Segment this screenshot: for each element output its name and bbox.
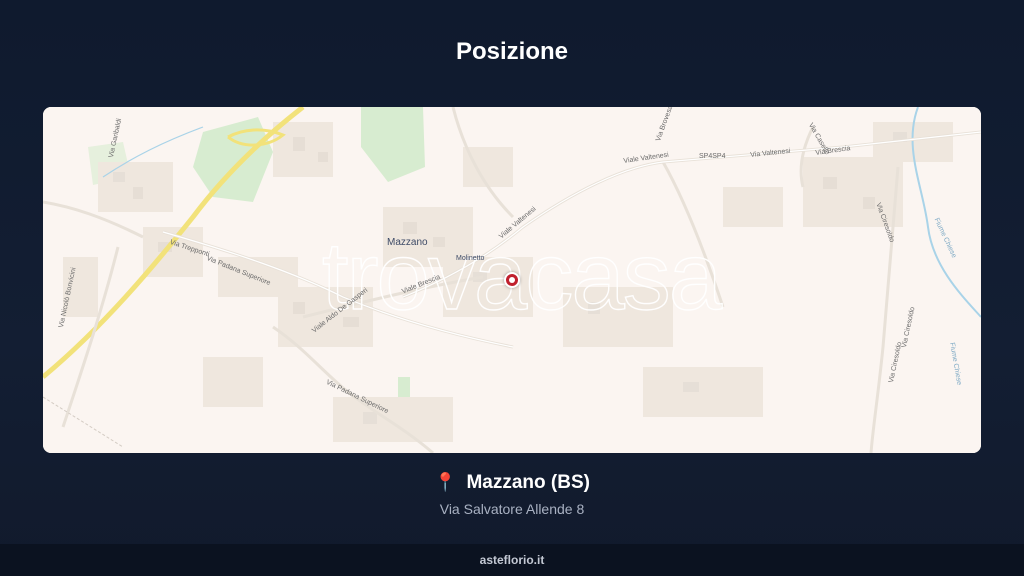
page-title: Posizione [455, 38, 569, 65]
footer: asteflorio.it [0, 544, 1024, 576]
map-pin-icon: 📍 [434, 472, 457, 492]
map-view[interactable]: trovacasa Mazzano Molinetto Via Treppont… [43, 107, 981, 453]
footer-brand[interactable]: asteflorio.it [480, 553, 545, 567]
street-label: SP4SP4 [699, 153, 726, 160]
location-marker-icon[interactable] [504, 272, 520, 288]
address-label: Via Salvatore Allende 8 [439, 501, 585, 517]
place-label-mazzano: Mazzano [387, 237, 428, 248]
city-label: Mazzano (BS) [466, 472, 590, 493]
location-title: 📍 Mazzano (BS) [0, 472, 1024, 494]
place-label-molinetto: Molinetto [456, 255, 485, 262]
